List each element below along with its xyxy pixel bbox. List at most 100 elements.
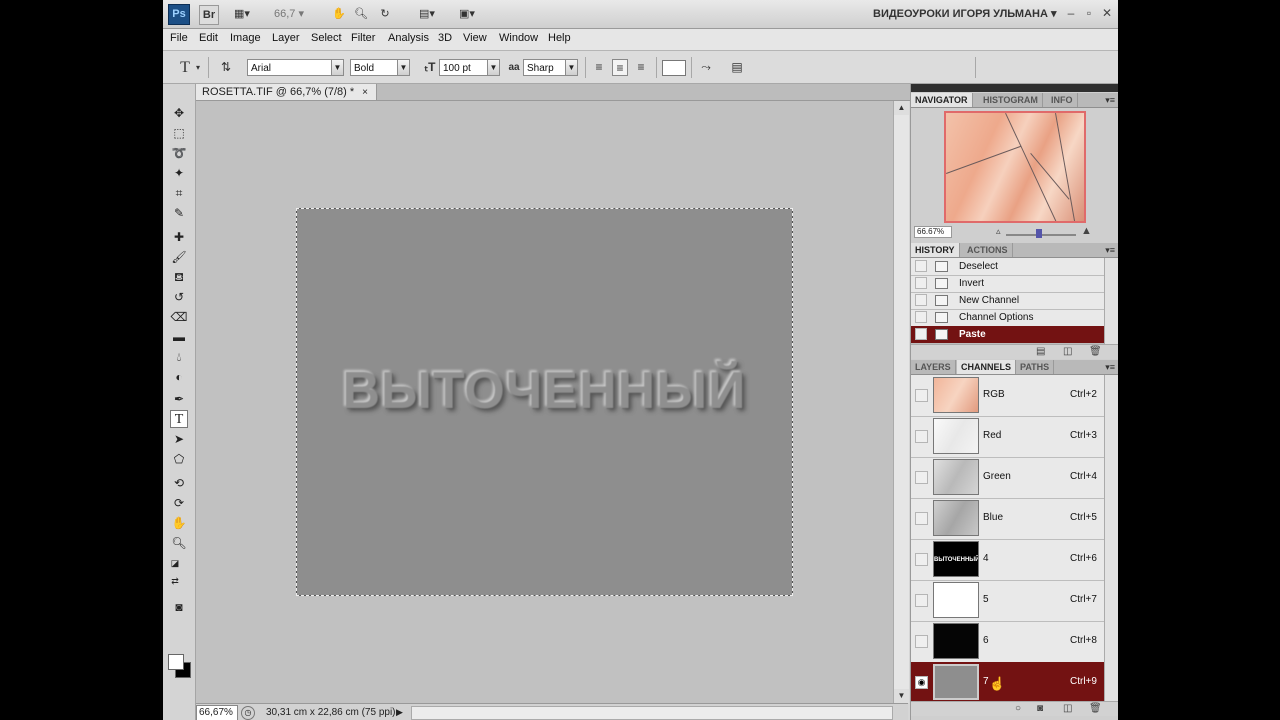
navigator-zoom-field[interactable]: 66.67% — [914, 226, 952, 238]
history-scrollbar[interactable] — [1104, 258, 1118, 344]
visibility-toggle[interactable] — [915, 512, 928, 525]
default-colors-icon[interactable]: ◪ ⇄ — [166, 554, 184, 586]
navigator-slider-knob[interactable] — [1036, 229, 1042, 238]
new-document-from-state-icon[interactable]: ▤ — [1036, 346, 1045, 357]
visibility-toggle[interactable] — [915, 553, 928, 566]
delete-channel-icon[interactable]: 🗑︎ — [1089, 703, 1102, 714]
zoom-tool-icon[interactable]: 🔍︎ — [353, 5, 369, 23]
foreground-color-swatch[interactable] — [168, 654, 184, 670]
delete-state-icon[interactable]: 🗑︎ — [1089, 346, 1102, 357]
shape-tool-icon[interactable]: ⬠ — [170, 450, 188, 468]
lasso-tool-icon[interactable]: ➰ — [170, 144, 188, 162]
3d-rotate-icon[interactable]: ⟲ — [170, 474, 188, 492]
document-tab[interactable]: ROSETTA.TIF @ 66,7% (7/8) * × — [196, 84, 378, 100]
zoom-level-field[interactable]: 66,7 ▾ — [271, 5, 307, 23]
menu-filter[interactable]: Filter — [351, 32, 375, 44]
menu-select[interactable]: Select — [311, 32, 342, 44]
scroll-down-icon[interactable]: ▼ — [894, 689, 909, 703]
menu-edit[interactable]: Edit — [199, 32, 218, 44]
hand-icon[interactable]: ✋ — [170, 514, 188, 532]
eyedropper-icon[interactable]: ✎ — [170, 204, 188, 222]
horizontal-scrollbar[interactable] — [411, 706, 893, 720]
close-tab-icon[interactable]: × — [362, 87, 368, 98]
visibility-toggle[interactable] — [915, 594, 928, 607]
screen-mode-icon[interactable]: ▣▾ — [453, 5, 481, 23]
history-item[interactable]: Invert — [911, 275, 1104, 293]
tab-paths[interactable]: PATHS — [1016, 360, 1055, 374]
menu-file[interactable]: File — [170, 32, 188, 44]
menu-window[interactable]: Window — [499, 32, 538, 44]
channel-row-blue[interactable]: Blue Ctrl+5 — [911, 498, 1104, 540]
panel-menu-icon[interactable]: ▾≡ — [1105, 93, 1115, 107]
align-right-icon[interactable]: ≡ — [633, 59, 649, 76]
history-item[interactable]: Deselect — [911, 258, 1104, 276]
tab-history[interactable]: HISTORY — [911, 243, 960, 257]
visibility-toggle[interactable] — [915, 635, 928, 648]
font-family-dropdown[interactable]: ▼ — [331, 59, 344, 76]
status-menu-icon[interactable]: ▶ — [396, 704, 403, 720]
close-icon[interactable]: ✕ — [1099, 5, 1115, 21]
history-brush-icon[interactable]: ↺ — [170, 288, 188, 306]
gradient-tool-icon[interactable]: ▬ — [170, 328, 188, 346]
blur-tool-icon[interactable]: 💧︎ — [170, 348, 188, 366]
channel-row-rgb[interactable]: RGB Ctrl+2 — [911, 375, 1104, 417]
pen-tool-icon[interactable]: ✒ — [170, 390, 188, 408]
history-item-selected[interactable]: Paste — [911, 326, 1104, 344]
history-item[interactable]: New Channel — [911, 292, 1104, 310]
menu-layer[interactable]: Layer — [272, 32, 300, 44]
tab-navigator[interactable]: NAVIGATOR — [911, 93, 973, 107]
vertical-scrollbar[interactable]: ▲ ▼ — [893, 101, 909, 703]
menu-view[interactable]: View — [463, 32, 487, 44]
menu-help[interactable]: Help — [548, 32, 571, 44]
tab-layers[interactable]: LAYERS — [911, 360, 956, 374]
chevron-down-icon[interactable]: ▾ — [194, 59, 202, 76]
visibility-toggle[interactable] — [915, 389, 928, 402]
healing-brush-icon[interactable]: ✚ — [170, 228, 188, 246]
channel-row-green[interactable]: Green Ctrl+4 — [911, 457, 1104, 499]
minimize-icon[interactable]: – — [1063, 5, 1079, 21]
bridge-button[interactable]: Br — [199, 5, 219, 25]
load-channel-as-selection-icon[interactable]: ○ — [1015, 703, 1021, 714]
workspace-switcher[interactable]: ВИДЕОУРОКИ ИГОРЯ УЛЬМАНА ▾ — [873, 7, 1057, 20]
new-snapshot-icon[interactable]: ◫ — [1063, 346, 1072, 357]
zoom-in-icon[interactable]: ▲ — [1081, 225, 1092, 237]
menu-image[interactable]: Image — [230, 32, 261, 44]
scroll-up-icon[interactable]: ▲ — [894, 101, 909, 115]
document-canvas[interactable]: ВЫТОЧЕННЫЙ — [296, 208, 793, 596]
type-tool-icon[interactable]: T — [170, 410, 188, 428]
visibility-toggle[interactable] — [915, 471, 928, 484]
font-size-dropdown[interactable]: ▼ — [487, 59, 500, 76]
channel-row-7-selected[interactable]: ◉ 7 ☝ Ctrl+9 — [911, 662, 1104, 704]
text-tool-preset-icon[interactable]: T — [177, 59, 193, 76]
text-color-swatch[interactable] — [662, 60, 686, 76]
tab-channels[interactable]: CHANNELS — [957, 360, 1017, 374]
clone-stamp-icon[interactable]: ⛾ — [170, 268, 188, 286]
tab-actions[interactable]: ACTIONS — [963, 243, 1013, 257]
crop-tool-icon[interactable]: ⌗ — [170, 184, 188, 202]
path-selection-icon[interactable]: ➤ — [170, 430, 188, 448]
rotate-view-icon[interactable]: ↻ — [377, 5, 393, 23]
arrange-documents-icon[interactable]: ▤▾ — [413, 5, 441, 23]
eraser-icon[interactable]: ⌫ — [170, 308, 188, 326]
eye-icon[interactable]: ◉ — [915, 676, 928, 689]
antialias-dropdown[interactable]: ▼ — [565, 59, 578, 76]
new-channel-icon[interactable]: ◫ — [1063, 703, 1072, 714]
panel-menu-icon[interactable]: ▾≡ — [1105, 360, 1115, 374]
status-info-icon[interactable]: ◷ — [241, 706, 255, 720]
dodge-tool-icon[interactable]: ◐ — [170, 368, 188, 386]
marquee-tool-icon[interactable]: ⬚ — [170, 124, 188, 142]
text-orientation-icon[interactable]: ⇅ — [218, 59, 234, 76]
move-tool-icon[interactable]: ✥ — [170, 104, 188, 122]
font-family-field[interactable]: Arial — [247, 59, 344, 76]
font-style-dropdown[interactable]: ▼ — [397, 59, 410, 76]
channel-row-red[interactable]: Red Ctrl+3 — [911, 416, 1104, 458]
maximize-icon[interactable]: ▫ — [1081, 5, 1097, 21]
navigator-thumbnail[interactable] — [944, 111, 1086, 223]
quick-mask-icon[interactable]: ◙ — [170, 598, 188, 616]
visibility-toggle[interactable] — [915, 430, 928, 443]
channels-scrollbar[interactable] — [1104, 375, 1118, 701]
view-extras-icon[interactable]: ▦▾ — [229, 5, 255, 23]
3d-orbit-icon[interactable]: ⟳ — [170, 494, 188, 512]
align-center-icon[interactable]: ≡ — [612, 59, 628, 76]
canvas-area[interactable]: ВЫТОЧЕННЫЙ — [196, 101, 893, 703]
